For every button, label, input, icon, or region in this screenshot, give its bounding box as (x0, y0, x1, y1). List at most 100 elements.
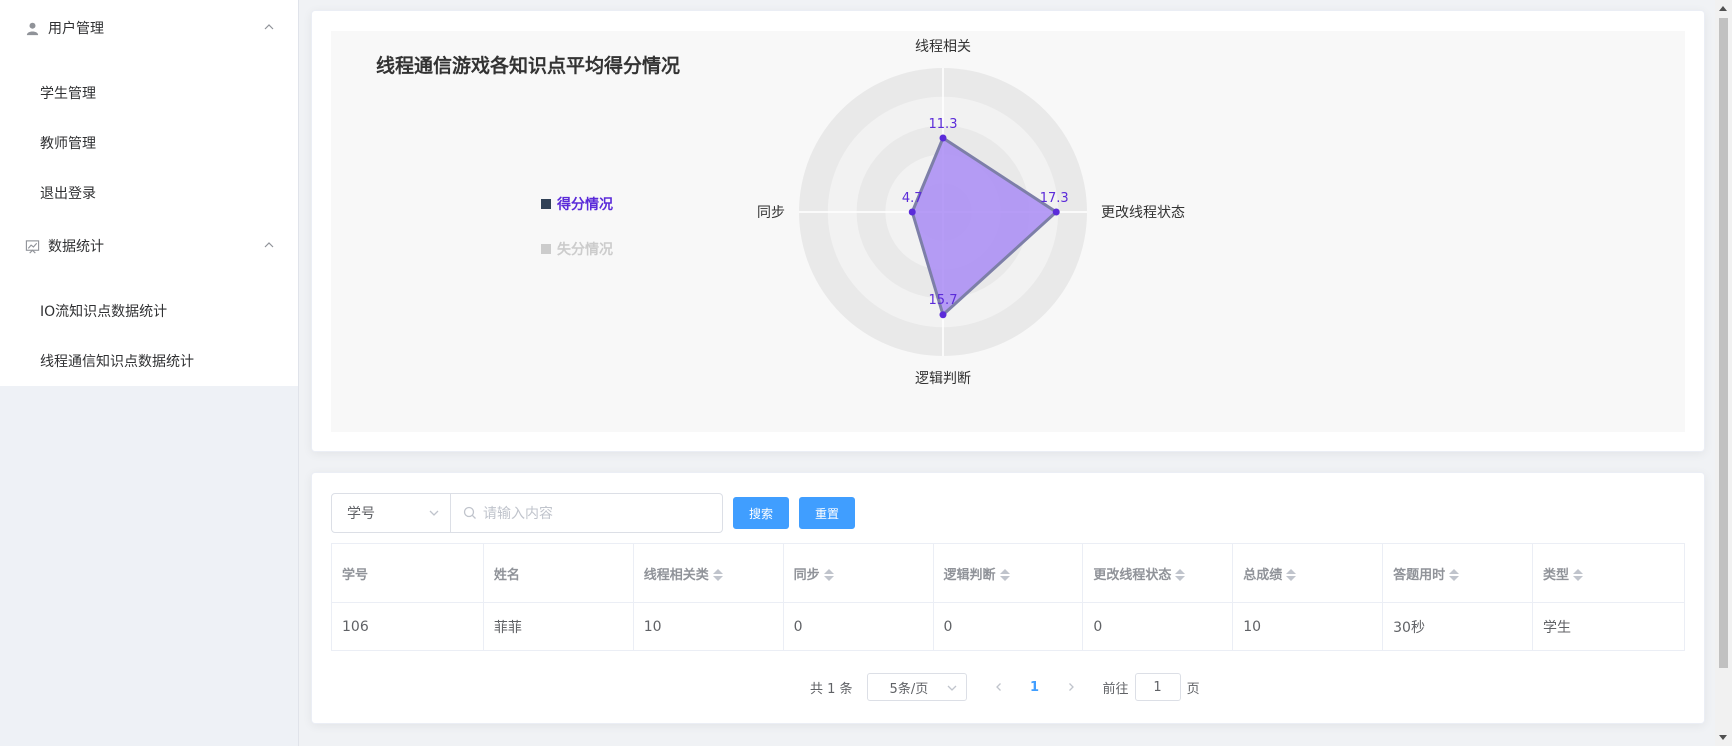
user-icon (24, 20, 40, 36)
reset-button[interactable]: 重置 (799, 497, 856, 529)
radar-data-point (1052, 208, 1060, 216)
menu-group-user-management[interactable]: 用户管理 (0, 0, 298, 56)
column-header-label: 更改线程状态 (1093, 567, 1172, 583)
chevron-left-icon (995, 683, 1001, 691)
sort-caret-icon[interactable] (1449, 568, 1460, 582)
table-body: 106 菲菲 10 0 0 0 10 30秒 学生 (331, 602, 1685, 651)
sidebar-item-label: IO流知识点数据统计 (40, 304, 168, 320)
radar-data-label: 4.7 (902, 191, 923, 206)
page-size-select[interactable]: 5条/页 (866, 673, 967, 701)
column-header-label: 同步 (793, 567, 820, 583)
column-header[interactable]: 总成绩 (1232, 543, 1384, 603)
column-header[interactable]: 类型 (1532, 543, 1685, 603)
select-value: 学号 (347, 506, 375, 522)
table-card: 学号 请输入内容 搜索 重置 学号 姓名 线程相关类 同步 逻辑判断 更改线程状态 总成绩答… (311, 472, 1705, 724)
column-header[interactable]: 更改线程状态 (1082, 543, 1234, 603)
table-cell: 学生 (1532, 602, 1685, 651)
data-table: 学号 姓名 线程相关类 同步 逻辑判断 更改线程状态 总成绩 答题用时 类型 106 菲菲 10 0 0… (331, 543, 1685, 651)
column-header-label: 类型 (1543, 567, 1570, 583)
scrollbar-thumb[interactable] (1719, 18, 1728, 668)
field-select[interactable]: 学号 (331, 493, 451, 533)
sidebar-item-thread-stats[interactable]: 线程通信知识点数据统计 (0, 336, 298, 386)
column-header-label: 答题用时 (1393, 567, 1446, 583)
next-page-button[interactable] (1055, 673, 1087, 701)
page-number-current[interactable]: 1 (1015, 673, 1055, 701)
pagination-total: 共 1 条 (810, 681, 853, 697)
column-header-label: 总成绩 (1243, 567, 1283, 583)
scroll-up-arrow-icon[interactable] (1719, 6, 1727, 11)
sidebar-item-teacher-management[interactable]: 教师管理 (0, 118, 298, 168)
sort-caret-icon[interactable] (1175, 568, 1186, 582)
radar-indicator-label: 逻辑判断 (915, 371, 971, 387)
radar-chart: 线程相关更改线程状态逻辑判断 同步 11.3 17.3 15.7 4.7 (757, 39, 1185, 387)
sidebar-item-io-stats[interactable]: IO流知识点数据统计 (0, 286, 298, 336)
prev-page-button[interactable] (983, 673, 1015, 701)
scrollbar[interactable] (1715, 0, 1732, 746)
table-cell: 0 (932, 602, 1084, 651)
goto-page-input[interactable]: 1 (1134, 673, 1181, 701)
table-cell: 10 (1232, 602, 1384, 651)
goto-suffix: 页 (1186, 681, 1200, 697)
sidebar-item-student-management[interactable]: 学生管理 (0, 68, 298, 118)
scroll-down-arrow-icon[interactable] (1719, 735, 1727, 740)
sort-caret-icon[interactable] (999, 568, 1010, 582)
sort-caret-icon[interactable] (823, 568, 834, 582)
column-header-label: 姓名 (493, 567, 520, 583)
radar-data-point (939, 311, 947, 319)
radar-indicator-label: 线程相关 (915, 39, 971, 55)
sidebar-item-label: 退出登录 (40, 186, 96, 202)
chevron-right-icon (1068, 683, 1074, 691)
table-cell: 106 (331, 602, 484, 651)
menu-group-data-statistics[interactable]: 数据统计 (0, 218, 298, 274)
sidebar-item-label: 教师管理 (40, 136, 96, 152)
search-input[interactable]: 请输入内容 (451, 493, 723, 533)
column-header: 姓名 (482, 543, 634, 603)
radar-data-point (908, 208, 916, 216)
search-button[interactable]: 搜索 (733, 497, 790, 529)
table-cell: 0 (782, 602, 934, 651)
table-cell: 0 (1082, 602, 1234, 651)
chevron-up-icon (264, 24, 274, 30)
chart-card: 线程通信游戏各知识点平均得分情况 得分情况 失分情况 线程相关 更改线程状态 逻辑判… (311, 10, 1705, 452)
sort-caret-icon[interactable] (712, 568, 723, 582)
column-header-label: 线程相关类 (643, 567, 709, 583)
table-cell: 30秒 (1382, 602, 1534, 651)
column-header[interactable]: 同步 (782, 543, 934, 603)
column-header[interactable]: 答题用时 (1382, 543, 1534, 603)
sidebar-item-label: 线程通信知识点数据统计 (40, 354, 194, 370)
column-header[interactable]: 逻辑判断 (932, 543, 1084, 603)
table-cell: 菲菲 (482, 602, 634, 651)
radar-indicator-label: 更改线程状态 (1101, 205, 1185, 221)
filter-bar: 学号 请输入内容 搜索 重置 (331, 493, 856, 533)
radar-indicator-label: 同步 (757, 205, 785, 221)
radar-data-label: 17.3 (1040, 191, 1069, 206)
sidebar-menu: 用户管理 学生管理 教师管理 退出登录 数据统计 IO流知识点数据统计 线程通信… (0, 0, 298, 386)
column-header-label: 学号 (342, 567, 369, 583)
radar-data-point (939, 134, 947, 142)
sidebar-item-logout[interactable]: 退出登录 (0, 168, 298, 218)
table-row: 106 菲菲 10 0 0 0 10 30秒 学生 (331, 602, 1685, 651)
column-header-label: 逻辑判断 (943, 567, 996, 583)
search-icon (463, 506, 477, 520)
chart-icon (24, 238, 40, 254)
chevron-down-icon (947, 685, 957, 691)
chevron-down-icon (429, 510, 439, 516)
column-header[interactable]: 线程相关类 (632, 543, 784, 603)
column-header: 学号 (331, 543, 484, 603)
chevron-up-icon (264, 242, 274, 248)
radar-data-label: 15.7 (929, 293, 958, 308)
page-size-value: 5条/页 (889, 681, 929, 697)
sort-caret-icon[interactable] (1573, 568, 1584, 582)
table-cell: 10 (632, 602, 784, 651)
goto-prefix: 前往 (1102, 681, 1129, 697)
pagination: 共 1 条 5条/页 1 前往 1 页 (810, 673, 1200, 701)
chart-area: 线程通信游戏各知识点平均得分情况 得分情况 失分情况 线程相关 更改线程状态 逻辑判… (331, 31, 1685, 432)
sidebar-item-label: 学生管理 (40, 86, 96, 102)
radar-data-label: 11.3 (929, 117, 958, 132)
table-header-row: 学号 姓名 线程相关类 同步 逻辑判断 更改线程状态 总成绩 答题用时 类型 (331, 543, 1685, 603)
search-placeholder: 请输入内容 (483, 506, 553, 522)
sidebar: 用户管理 学生管理 教师管理 退出登录 数据统计 IO流知识点数据统计 线程通信… (0, 0, 299, 746)
menu-group-label: 用户管理 (48, 21, 104, 37)
menu-group-label: 数据统计 (48, 239, 104, 255)
sort-caret-icon[interactable] (1286, 568, 1297, 582)
